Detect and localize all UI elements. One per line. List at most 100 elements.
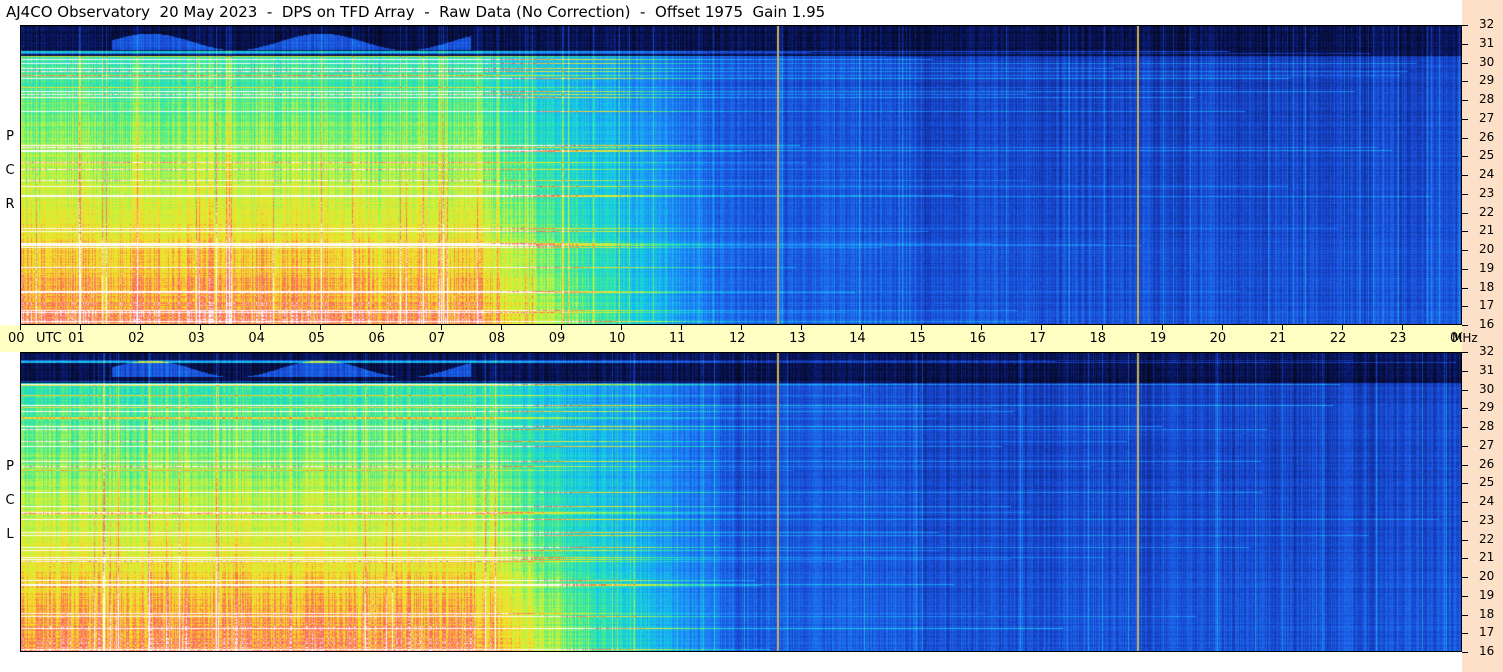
rcp-letter-r: P xyxy=(6,129,14,144)
mhz-tick-mark xyxy=(1462,137,1468,139)
utc-tick-label: 05 xyxy=(308,331,325,346)
mhz-tick-mark xyxy=(1462,193,1468,195)
lcp-spectrogram xyxy=(20,352,1462,652)
utc-tick-mark xyxy=(981,325,983,330)
mhz-tick-label: 23 xyxy=(1479,185,1495,200)
mhz-tick-mark xyxy=(1462,389,1468,391)
utc-tick-mark xyxy=(500,325,502,330)
utc-time-axis: 00 01 02 03 04 05 06 07 08 09 10 11 12 13 14 15 16 17 18 19… xyxy=(0,325,1467,352)
mhz-tick-label: 18 xyxy=(1479,279,1495,294)
mhz-tick-label: 26 xyxy=(1479,129,1495,144)
mhz-tick-label: 27 xyxy=(1479,437,1495,452)
utc-tick-mark xyxy=(1041,325,1043,330)
mhz-tick-mark xyxy=(1462,306,1468,308)
mhz-tick-label: 16 xyxy=(1479,644,1495,658)
rcp-polarization-label: P C R xyxy=(0,120,20,222)
mhz-tick-mark xyxy=(1462,25,1468,26)
utc-tick-label: 00 xyxy=(8,331,25,346)
mhz-tick-mark xyxy=(1462,81,1468,83)
mhz-tick-mark xyxy=(1462,502,1468,503)
mhz-tick-mark xyxy=(1462,156,1468,158)
rcp-spectrogram xyxy=(20,25,1462,325)
mhz-tick-label: 27 xyxy=(1479,110,1495,125)
mhz-tick-mark xyxy=(1462,325,1468,326)
utc-tick-label: 08 xyxy=(488,331,506,346)
lcp-letter-c: C xyxy=(5,493,15,508)
mhz-tick-mark xyxy=(1462,614,1468,616)
mhz-tick-mark xyxy=(1462,43,1468,45)
utc-tick-mark xyxy=(80,325,82,330)
utc-tick-label: 11 xyxy=(668,331,686,346)
utc-tick-label: 12 xyxy=(729,331,746,346)
mhz-tick-label: 29 xyxy=(1479,73,1495,88)
mhz-tick-mark xyxy=(1462,445,1468,447)
mhz-tick-mark xyxy=(1462,483,1468,485)
mhz-tick-label: 31 xyxy=(1479,35,1495,50)
mhz-tick-mark xyxy=(1462,212,1468,214)
mhz-tick-label: 26 xyxy=(1479,456,1495,471)
mhz-tick-mark xyxy=(1462,287,1468,289)
page-title: AJ4CO Observatory 20 May 2023 - DPS on T… xyxy=(6,3,826,21)
utc-tick-mark xyxy=(200,325,202,330)
mhz-tick-label: 28 xyxy=(1479,92,1495,106)
utc-tick-label: 03 xyxy=(188,331,205,346)
mhz-tick-label: 23 xyxy=(1479,512,1495,527)
mhz-tick-label: 25 xyxy=(1479,148,1495,163)
mhz-tick-label: 20 xyxy=(1479,569,1495,583)
rcp-spectrogram-canvas xyxy=(21,26,1461,324)
utc-tick-label: 02 xyxy=(128,331,145,346)
mhz-tick-mark xyxy=(1462,652,1468,653)
utc-tick-label: 06 xyxy=(368,331,386,346)
mhz-tick-label: 30 xyxy=(1479,54,1495,69)
utc-tick-mark xyxy=(1341,325,1343,330)
utc-tick-label: 22 xyxy=(1329,331,1347,346)
mhz-tick-label: 21 xyxy=(1479,550,1495,565)
utc-tick-label: 09 xyxy=(548,331,566,346)
utc-tick-label: 16 xyxy=(969,331,986,346)
utc-tick-label: 20 xyxy=(1209,331,1227,346)
mhz-tick-mark xyxy=(1462,175,1468,176)
mhz-tick-mark xyxy=(1462,268,1468,270)
mhz-unit-label: MHz xyxy=(1452,331,1478,345)
utc-tick-mark xyxy=(1401,325,1403,330)
mhz-tick-label: 28 xyxy=(1479,419,1495,433)
mhz-tick-label: 32 xyxy=(1479,17,1495,31)
mhz-tick-label: 19 xyxy=(1479,260,1495,275)
mhz-tick-mark xyxy=(1462,427,1468,428)
rcp-letter-c: C xyxy=(5,163,15,178)
mhz-tick-mark xyxy=(1462,464,1468,466)
utc-tick-mark xyxy=(1101,325,1103,330)
utc-tick-label: 04 xyxy=(248,331,265,346)
utc-tick-label: 19 xyxy=(1149,331,1167,346)
utc-tick-mark xyxy=(1281,325,1283,330)
mhz-tick-mark xyxy=(1462,118,1468,120)
mhz-tick-label: 24 xyxy=(1479,167,1495,181)
utc-tick-mark xyxy=(861,325,863,330)
lcp-spectrogram-canvas xyxy=(21,353,1461,651)
mhz-tick-label: 22 xyxy=(1479,204,1495,219)
mhz-tick-label: 29 xyxy=(1479,400,1495,415)
mhz-tick-mark xyxy=(1462,231,1468,233)
utc-tick-label: 07 xyxy=(428,331,446,346)
utc-tick-label: 13 xyxy=(789,331,806,346)
utc-tick-mark xyxy=(20,325,21,330)
lcp-letter-p: L xyxy=(6,527,14,542)
utc-tick-mark xyxy=(320,325,322,330)
mhz-tick-mark xyxy=(1462,100,1468,101)
utc-tick-mark xyxy=(1161,325,1163,330)
utc-tick-mark xyxy=(1221,325,1223,330)
mhz-tick-label: 19 xyxy=(1479,587,1495,602)
utc-tick-label: 18 xyxy=(1089,331,1107,346)
mhz-tick-label: 21 xyxy=(1479,223,1495,238)
mhz-tick-label: 24 xyxy=(1479,494,1495,508)
mhz-tick-mark xyxy=(1462,558,1468,560)
utc-unit-label: UTC xyxy=(36,331,62,346)
mhz-tick-mark xyxy=(1462,539,1468,541)
utc-tick-mark xyxy=(260,325,262,330)
utc-tick-mark xyxy=(380,325,382,330)
mhz-tick-mark xyxy=(1462,520,1468,522)
mhz-tick-label: 22 xyxy=(1479,531,1495,546)
mhz-tick-mark xyxy=(1462,62,1468,64)
utc-tick-mark xyxy=(921,325,923,330)
mhz-tick-mark xyxy=(1462,633,1468,635)
